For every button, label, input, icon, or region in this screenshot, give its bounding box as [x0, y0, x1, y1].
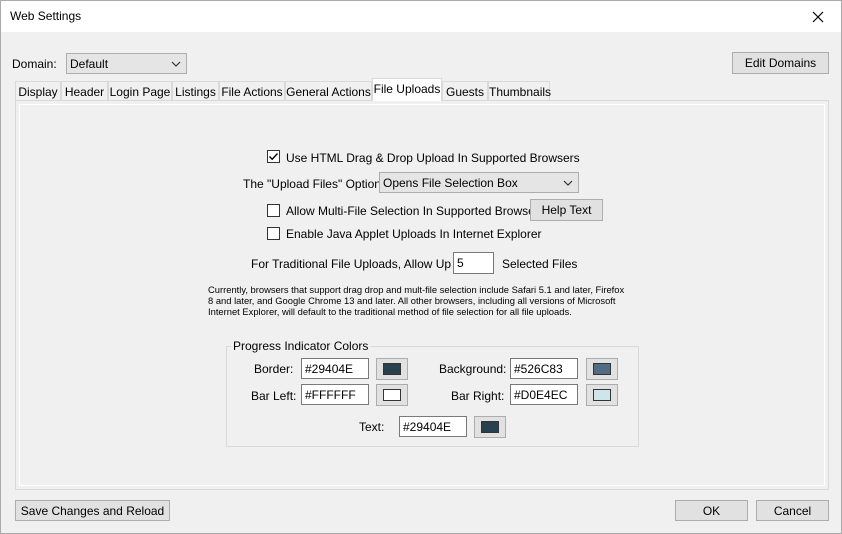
- edit-domains-button[interactable]: Edit Domains: [732, 52, 829, 74]
- tab-file-uploads[interactable]: File Uploads: [372, 78, 442, 101]
- domain-select[interactable]: Default: [66, 53, 187, 74]
- save-changes-reload-button[interactable]: Save Changes and Reload: [15, 500, 170, 521]
- window-title: Web Settings: [10, 9, 82, 23]
- max-files-input[interactable]: 5: [453, 252, 494, 274]
- java-applet-label: Enable Java Applet Uploads In Internet E…: [286, 227, 542, 241]
- drag-drop-label: Use HTML Drag & Drop Upload In Supported…: [286, 151, 580, 165]
- text-color-value: #29404E: [403, 420, 452, 434]
- checkmark-icon: [269, 153, 279, 161]
- text-color-label: Text:: [359, 420, 385, 434]
- close-button[interactable]: [795, 1, 841, 32]
- bar-right-color-value: #D0E4EC: [514, 388, 568, 402]
- border-color-swatch: [383, 363, 401, 375]
- domain-label: Domain:: [12, 57, 57, 71]
- bar-left-color-label: Bar Left:: [251, 389, 297, 403]
- progress-colors-title: Progress Indicator Colors: [231, 339, 371, 353]
- text-color-picker-button[interactable]: [474, 416, 506, 438]
- background-color-value: #526C83: [514, 362, 563, 376]
- border-color-value: #29404E: [305, 362, 354, 376]
- bar-right-color-picker-button[interactable]: [586, 384, 618, 406]
- border-color-input[interactable]: #29404E: [301, 358, 369, 379]
- upload-option-label: The "Upload Files" Option:: [243, 177, 385, 191]
- close-icon: [812, 11, 824, 22]
- title-bar: Web Settings: [1, 1, 841, 32]
- chevron-down-icon: [171, 61, 181, 67]
- bar-right-color-swatch: [593, 389, 611, 401]
- traditional-suffix-label: Selected Files: [502, 257, 578, 271]
- tab-header[interactable]: Header: [61, 81, 108, 101]
- border-color-picker-button[interactable]: [376, 358, 408, 380]
- background-color-picker-button[interactable]: [586, 358, 618, 380]
- bar-left-color-swatch: [383, 389, 401, 401]
- domain-select-value: Default: [70, 57, 109, 71]
- multi-file-checkbox[interactable]: [267, 204, 280, 217]
- traditional-prefix-label: For Traditional File Uploads, Allow Up T…: [251, 257, 467, 271]
- text-color-swatch: [481, 421, 499, 433]
- tab-login-page[interactable]: Login Page: [108, 81, 172, 101]
- text-color-input[interactable]: #29404E: [399, 416, 467, 437]
- bar-left-color-input[interactable]: #FFFFFF: [301, 384, 369, 405]
- bar-left-color-picker-button[interactable]: [376, 384, 408, 406]
- bar-right-color-label: Bar Right:: [451, 389, 505, 403]
- help-text-button[interactable]: Help Text: [530, 199, 603, 221]
- background-color-swatch: [593, 363, 611, 375]
- web-settings-window: Web Settings Domain: Default Edit Domain…: [0, 0, 842, 534]
- bar-left-color-value: #FFFFFF: [305, 388, 356, 402]
- tab-guests[interactable]: Guests: [442, 81, 488, 101]
- tab-display[interactable]: Display: [15, 81, 61, 101]
- upload-option-select[interactable]: Opens File Selection Box: [379, 172, 579, 193]
- ok-button[interactable]: OK: [675, 500, 748, 521]
- tab-thumbnails[interactable]: Thumbnails: [488, 81, 551, 101]
- background-color-input[interactable]: #526C83: [510, 358, 578, 379]
- cancel-button[interactable]: Cancel: [756, 500, 829, 521]
- tab-listings[interactable]: Listings: [172, 81, 219, 101]
- chevron-down-icon: [563, 180, 573, 186]
- tab-file-actions[interactable]: File Actions: [219, 81, 285, 101]
- multi-file-label: Allow Multi-File Selection In Supported …: [286, 204, 545, 218]
- upload-option-value: Opens File Selection Box: [383, 176, 518, 190]
- browser-support-description: Currently, browsers that support drag dr…: [208, 284, 625, 317]
- bar-right-color-input[interactable]: #D0E4EC: [510, 384, 578, 405]
- border-color-label: Border:: [254, 362, 294, 376]
- background-color-label: Background:: [439, 362, 507, 376]
- max-files-value: 5: [457, 256, 464, 270]
- tab-general-actions[interactable]: General Actions: [285, 81, 372, 101]
- java-applet-checkbox[interactable]: [267, 227, 280, 240]
- drag-drop-checkbox[interactable]: [267, 150, 280, 163]
